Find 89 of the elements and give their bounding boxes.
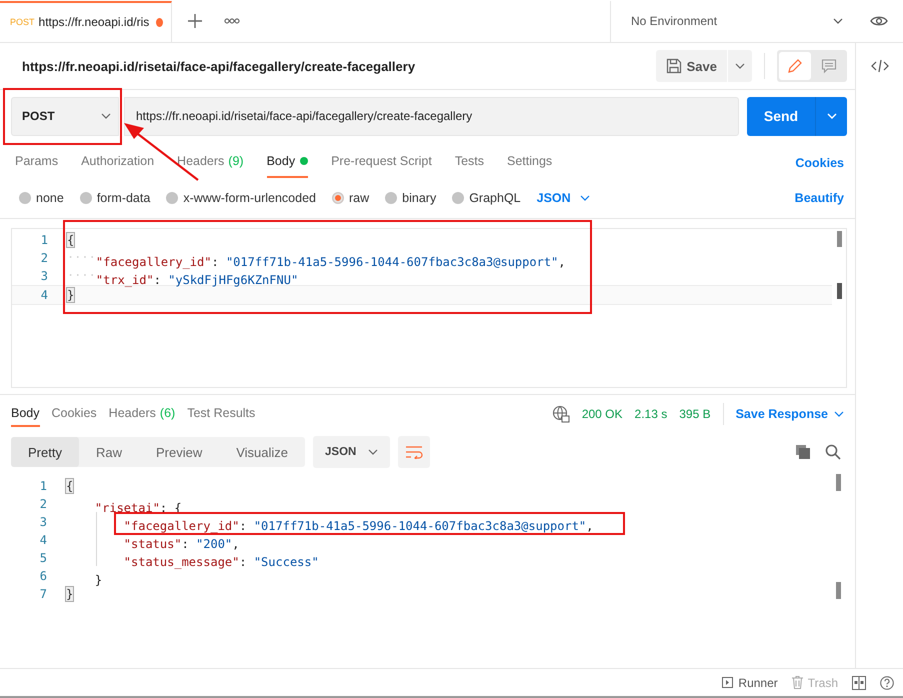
line-number: 6 bbox=[38, 569, 48, 583]
scrollbar-thumb[interactable] bbox=[837, 283, 842, 299]
request-tab-item[interactable]: Pre-request Script bbox=[331, 154, 432, 178]
request-tab-item[interactable]: Authorization bbox=[81, 154, 154, 178]
help-icon[interactable] bbox=[880, 676, 894, 690]
chevron-icon bbox=[101, 113, 111, 119]
more-icon[interactable] bbox=[224, 18, 240, 24]
code-line: } bbox=[94, 572, 102, 586]
scrollbar-thumb[interactable] bbox=[837, 231, 842, 247]
beautify-link[interactable]: Beautify bbox=[794, 191, 844, 205]
response-format-select[interactable]: JSON bbox=[313, 436, 390, 468]
save-icon bbox=[666, 58, 682, 74]
eye-icon[interactable] bbox=[870, 15, 888, 27]
tab-title: https://fr.neoapi.id/ris bbox=[38, 15, 150, 29]
chevron-icon bbox=[580, 195, 590, 201]
response-tab-item[interactable]: Headers (6) bbox=[108, 400, 176, 427]
cookies-link[interactable]: Cookies bbox=[795, 156, 844, 178]
radio-button[interactable] bbox=[385, 192, 398, 204]
code-line: "facegallery_id": "017ff71b-41a5-5996-1044-607fbac3c8a3@support", bbox=[67, 248, 566, 268]
response-tab-item[interactable]: Body bbox=[11, 400, 40, 427]
request-tab-item[interactable]: Settings bbox=[507, 154, 552, 178]
save-response-button[interactable]: Save Response bbox=[736, 406, 844, 420]
radio-button[interactable] bbox=[332, 192, 344, 204]
wrap-icon bbox=[405, 445, 424, 459]
request-tab[interactable]: POST https://fr.neoapi.id/ris bbox=[0, 0, 172, 42]
chevron-icon bbox=[833, 18, 843, 24]
radio-button[interactable] bbox=[19, 192, 31, 204]
response-tab-item[interactable]: Test Results bbox=[187, 400, 256, 427]
save-button[interactable]: Save bbox=[656, 50, 727, 82]
globe-lock-icon[interactable] bbox=[552, 404, 570, 422]
line-number: 2 bbox=[38, 497, 48, 511]
chevron-icon bbox=[735, 63, 745, 69]
format-select[interactable]: JSON bbox=[536, 191, 590, 205]
line-number: 3 bbox=[38, 515, 48, 529]
scrollbar-thumb[interactable] bbox=[836, 582, 841, 599]
view-mode-tab[interactable]: Visualize bbox=[219, 437, 306, 467]
request-tab-item[interactable]: Headers (9) bbox=[177, 154, 244, 178]
radio-button[interactable] bbox=[166, 192, 178, 204]
view-mode-tab[interactable]: Raw bbox=[78, 437, 139, 467]
line-number: 3 bbox=[40, 269, 49, 283]
response-time: 2.13 s bbox=[634, 406, 668, 420]
line-number: 4 bbox=[38, 533, 48, 547]
body-type-option[interactable]: binary bbox=[385, 191, 436, 205]
body-type-option[interactable]: GraphQL bbox=[452, 191, 521, 205]
request-body-editor[interactable]: 1 { 2 "facegallery_id": "017ff71b-41a5-5996-1044-607fbac3c8a3@support", 3 "trx_id": "ySkdFjHFg6KZnFNU" 4 } bbox=[11, 228, 847, 388]
chevron-icon bbox=[368, 449, 378, 455]
line-number: 4 bbox=[40, 288, 49, 302]
radio-button[interactable] bbox=[452, 192, 464, 204]
tab-method: POST bbox=[10, 17, 35, 27]
view-mode-tab[interactable]: Pretty bbox=[11, 437, 79, 467]
line-number: 5 bbox=[38, 551, 48, 565]
line-number: 1 bbox=[40, 233, 49, 247]
environment-select[interactable]: No Environment bbox=[610, 0, 855, 42]
request-tab-item[interactable]: Tests bbox=[454, 154, 484, 178]
scrollbar-thumb[interactable] bbox=[836, 474, 841, 491]
wrap-lines-button[interactable] bbox=[398, 436, 430, 468]
two-pane-icon[interactable] bbox=[852, 676, 866, 690]
line-number: 1 bbox=[38, 479, 48, 493]
search-icon[interactable] bbox=[825, 444, 841, 460]
url-field[interactable]: https://fr.neoapi.id/risetai/face-api/facegallery/create-facegallery bbox=[124, 96, 739, 136]
code-icon[interactable] bbox=[870, 59, 888, 73]
method-select[interactable]: POST bbox=[11, 96, 119, 136]
request-tab-item[interactable]: Body bbox=[266, 154, 308, 178]
response-tab-item[interactable]: Cookies bbox=[52, 400, 97, 427]
chevron-icon bbox=[834, 410, 844, 416]
comment-icon bbox=[821, 58, 837, 74]
copy-icon[interactable] bbox=[795, 444, 811, 460]
pencil-icon bbox=[787, 58, 803, 74]
code-line: "facegallery_id": "017ff71b-41a5-5996-1044-607fbac3c8a3@support", bbox=[66, 512, 594, 532]
send-dropdown[interactable] bbox=[815, 96, 847, 136]
body-type-option[interactable]: raw bbox=[332, 191, 370, 205]
send-button[interactable]: Send bbox=[747, 96, 815, 136]
trash-icon bbox=[792, 676, 803, 689]
edit-mode-button[interactable] bbox=[779, 52, 811, 80]
chevron-icon bbox=[826, 113, 836, 119]
plus-icon[interactable] bbox=[188, 14, 202, 28]
radio-button[interactable] bbox=[80, 192, 92, 204]
view-mode-tab[interactable]: Preview bbox=[138, 437, 220, 467]
line-number: 7 bbox=[38, 587, 48, 601]
body-type-option[interactable]: none bbox=[19, 191, 64, 205]
runner-button[interactable]: Runner bbox=[722, 676, 778, 690]
request-tab-item[interactable]: Params bbox=[15, 154, 58, 178]
body-type-option[interactable]: form-data bbox=[80, 191, 150, 205]
response-size: 395 B bbox=[679, 406, 711, 420]
body-type-option[interactable]: x-www-form-urlencoded bbox=[166, 191, 316, 205]
play-icon bbox=[722, 677, 734, 688]
request-title: https://fr.neoapi.id/risetai/face-api/facegallery/create-facegallery bbox=[22, 58, 416, 74]
line-number: 2 bbox=[40, 251, 49, 265]
status-code: 200 OK bbox=[582, 406, 623, 420]
